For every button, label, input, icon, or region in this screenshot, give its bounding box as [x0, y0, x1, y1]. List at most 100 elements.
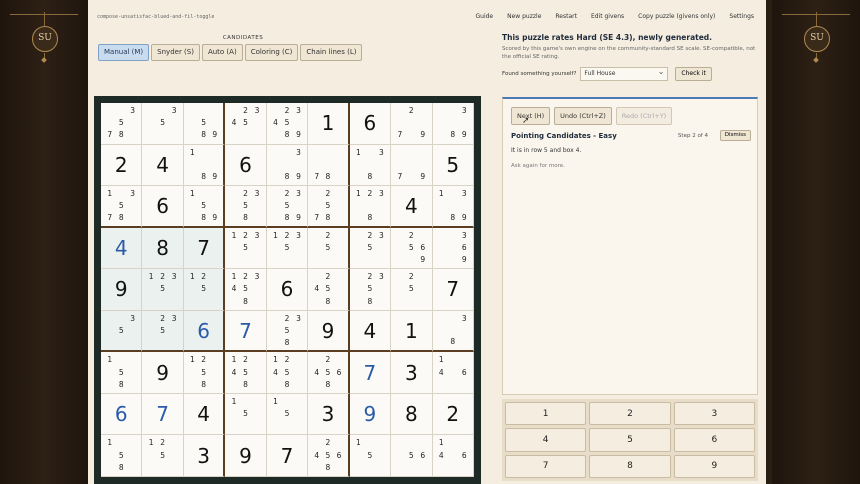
- key-2[interactable]: 2: [589, 402, 671, 426]
- key-1[interactable]: 1: [505, 402, 587, 426]
- cell-r1c5[interactable]: 23 45 89: [266, 103, 309, 145]
- cell-r1c8[interactable]: 2 7 9: [391, 103, 433, 145]
- cell-r4c5[interactable]: 1235: [266, 227, 309, 270]
- cell-r5c7[interactable]: 235 8: [349, 269, 392, 311]
- cell-r8c2[interactable]: 7: [142, 393, 184, 436]
- cell-r9c8[interactable]: 56: [391, 435, 433, 477]
- cell-r5c6[interactable]: 245 8: [308, 269, 350, 311]
- cell-r4c1[interactable]: 4: [101, 227, 143, 270]
- cell-r6c7[interactable]: 4: [349, 310, 392, 353]
- cell-r2c6[interactable]: 78: [308, 144, 350, 187]
- cell-r1c7[interactable]: 6: [349, 103, 392, 145]
- cell-r4c6[interactable]: 25: [308, 227, 350, 270]
- cell-r9c1[interactable]: 15 8: [101, 435, 143, 477]
- key-4[interactable]: 4: [505, 428, 587, 452]
- cell-r7c8[interactable]: 3: [391, 352, 433, 394]
- cell-r1c1[interactable]: 3578: [101, 103, 143, 145]
- cell-r5c4[interactable]: 123 45 8: [225, 269, 267, 311]
- cell-r3c7[interactable]: 123 8: [349, 186, 392, 228]
- mode-manual-button[interactable]: Manual (M): [98, 44, 150, 61]
- cell-r8c1[interactable]: 6: [101, 393, 143, 436]
- cell-r4c2[interactable]: 8: [142, 227, 184, 270]
- cell-r5c2[interactable]: 1235: [142, 269, 184, 311]
- cell-r8c3[interactable]: 4: [183, 393, 226, 436]
- mode-auto-button[interactable]: Auto (A): [201, 44, 243, 61]
- mode-coloring-button[interactable]: Coloring (C): [244, 44, 299, 61]
- cell-r1c4[interactable]: 23 45: [225, 103, 267, 145]
- cell-r7c9[interactable]: 1 4 6: [432, 352, 474, 394]
- cell-r9c5[interactable]: 7: [266, 435, 309, 477]
- cell-r3c8[interactable]: 4: [391, 186, 433, 228]
- cell-r9c7[interactable]: 15: [349, 435, 392, 477]
- cell-r7c2[interactable]: 9: [142, 352, 184, 394]
- dismiss-button[interactable]: Dismiss: [719, 130, 751, 141]
- key-7[interactable]: 7: [505, 454, 587, 478]
- cell-r8c6[interactable]: 3: [308, 393, 350, 436]
- mode-chain-lines-button[interactable]: Chain lines (L): [300, 44, 363, 61]
- cell-r9c3[interactable]: 3: [183, 435, 226, 477]
- cell-r7c4[interactable]: 1245 8: [225, 352, 267, 394]
- cell-r8c5[interactable]: 15: [266, 393, 309, 436]
- cell-r2c7[interactable]: 1 3 8: [349, 144, 392, 187]
- cell-r6c1[interactable]: 35: [101, 310, 143, 353]
- cell-r7c6[interactable]: 24568: [308, 352, 350, 394]
- cell-r5c3[interactable]: 12 5: [183, 269, 226, 311]
- cell-r2c8[interactable]: 79: [391, 144, 433, 187]
- cell-r3c2[interactable]: 6: [142, 186, 184, 228]
- key-6[interactable]: 6: [673, 428, 755, 452]
- cell-r6c9[interactable]: 38: [432, 310, 474, 353]
- cell-r7c1[interactable]: 15 8: [101, 352, 143, 394]
- cell-r5c8[interactable]: 25: [391, 269, 433, 311]
- cell-r7c7[interactable]: 7: [349, 352, 392, 394]
- cell-r9c6[interactable]: 24568: [308, 435, 350, 477]
- cell-r1c6[interactable]: 1: [308, 103, 350, 145]
- cell-r8c9[interactable]: 2: [432, 393, 474, 436]
- cell-r7c3[interactable]: 12 5 8: [183, 352, 226, 394]
- check-it-button[interactable]: Check it: [675, 67, 712, 81]
- cell-r3c9[interactable]: 1 3 89: [432, 186, 474, 228]
- cell-r3c6[interactable]: 2 578: [308, 186, 350, 228]
- nav-edit-givens[interactable]: Edit givens: [591, 13, 624, 20]
- cell-r4c4[interactable]: 1235: [225, 227, 267, 270]
- key-8[interactable]: 8: [589, 454, 671, 478]
- cell-r6c3[interactable]: 6: [183, 310, 226, 353]
- cell-r6c6[interactable]: 9: [308, 310, 350, 353]
- key-5[interactable]: 5: [589, 428, 671, 452]
- nav-copy-puzzle[interactable]: Copy puzzle (givens only): [638, 13, 715, 20]
- cell-r6c4[interactable]: 7: [225, 310, 267, 353]
- cell-r5c1[interactable]: 9: [101, 269, 143, 311]
- cell-r9c4[interactable]: 9: [225, 435, 267, 477]
- cell-r8c7[interactable]: 9: [349, 393, 392, 436]
- cell-r2c2[interactable]: 4: [142, 144, 184, 187]
- mode-snyder-button[interactable]: Snyder (S): [151, 44, 200, 61]
- cell-r4c7[interactable]: 235: [349, 227, 392, 270]
- redo-button[interactable]: Redo (Ctrl+Y): [615, 107, 673, 125]
- cell-r7c5[interactable]: 1245 8: [266, 352, 309, 394]
- cell-r1c9[interactable]: 3 89: [432, 103, 474, 145]
- cell-r8c8[interactable]: 8: [391, 393, 433, 436]
- cell-r2c4[interactable]: 6: [225, 144, 267, 187]
- cell-r4c9[interactable]: 3 6 9: [432, 227, 474, 270]
- cell-r2c1[interactable]: 2: [101, 144, 143, 187]
- cell-r4c3[interactable]: 7: [183, 227, 226, 270]
- cell-r3c3[interactable]: 1589: [183, 186, 226, 228]
- cell-r3c4[interactable]: 235 8: [225, 186, 267, 228]
- cell-r2c5[interactable]: 3 89: [266, 144, 309, 187]
- cell-r1c3[interactable]: 5 89: [183, 103, 226, 145]
- cell-r5c9[interactable]: 7: [432, 269, 474, 311]
- cell-r2c9[interactable]: 5: [432, 144, 474, 187]
- cell-r9c9[interactable]: 1 4 6: [432, 435, 474, 477]
- nav-settings[interactable]: Settings: [729, 13, 754, 20]
- cell-r6c5[interactable]: 235 8: [266, 310, 309, 353]
- key-9[interactable]: 9: [673, 454, 755, 478]
- cell-r1c2[interactable]: 35: [142, 103, 184, 145]
- key-3[interactable]: 3: [673, 402, 755, 426]
- cell-r9c2[interactable]: 12 5: [142, 435, 184, 477]
- technique-select[interactable]: Full House: [580, 66, 669, 81]
- cell-r3c1[interactable]: 1 3578: [101, 186, 143, 228]
- nav-new-puzzle[interactable]: New puzzle: [507, 13, 541, 20]
- cell-r4c8[interactable]: 2 56 9: [391, 227, 433, 270]
- cell-r6c8[interactable]: 1: [391, 310, 433, 353]
- cell-r8c4[interactable]: 15: [225, 393, 267, 436]
- cell-r2c3[interactable]: 1 89: [183, 144, 226, 187]
